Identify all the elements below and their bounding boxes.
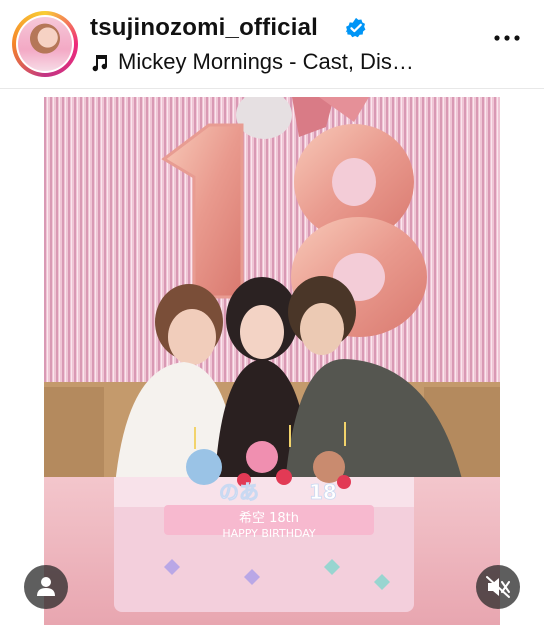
post-header: tsujinozomi_official Mickey Mornings - C… [0, 0, 544, 88]
cake-line2: HAPPY BIRTHDAY [222, 527, 316, 540]
avatar-image [18, 17, 72, 71]
user-tag-button[interactable] [24, 565, 68, 609]
profile-avatar[interactable] [12, 11, 78, 77]
mute-toggle-button[interactable] [476, 565, 520, 609]
music-note-icon [92, 55, 108, 72]
muted-speaker-icon [486, 576, 510, 598]
avatar-frame [16, 15, 74, 73]
cake-line1: 希空 18th [239, 511, 299, 526]
post-media[interactable]: のあ 18 希空 18th HAPPY BIRTHDAY [44, 97, 500, 625]
more-options-icon[interactable] [492, 28, 522, 48]
cake-name-text: のあ [219, 480, 259, 504]
username[interactable]: tsujinozomi_official [90, 14, 318, 42]
post-photo: のあ 18 希空 18th HAPPY BIRTHDAY [44, 97, 500, 625]
header-divider [0, 88, 544, 89]
audio-link[interactable]: Mickey Mornings - Cast, Dis… [90, 48, 414, 76]
cake-number-text: 18 [309, 480, 337, 504]
audio-title: Mickey Mornings - Cast, Dis… [118, 49, 414, 74]
verified-badge-icon [345, 17, 366, 38]
user-tag-icon [37, 577, 55, 596]
